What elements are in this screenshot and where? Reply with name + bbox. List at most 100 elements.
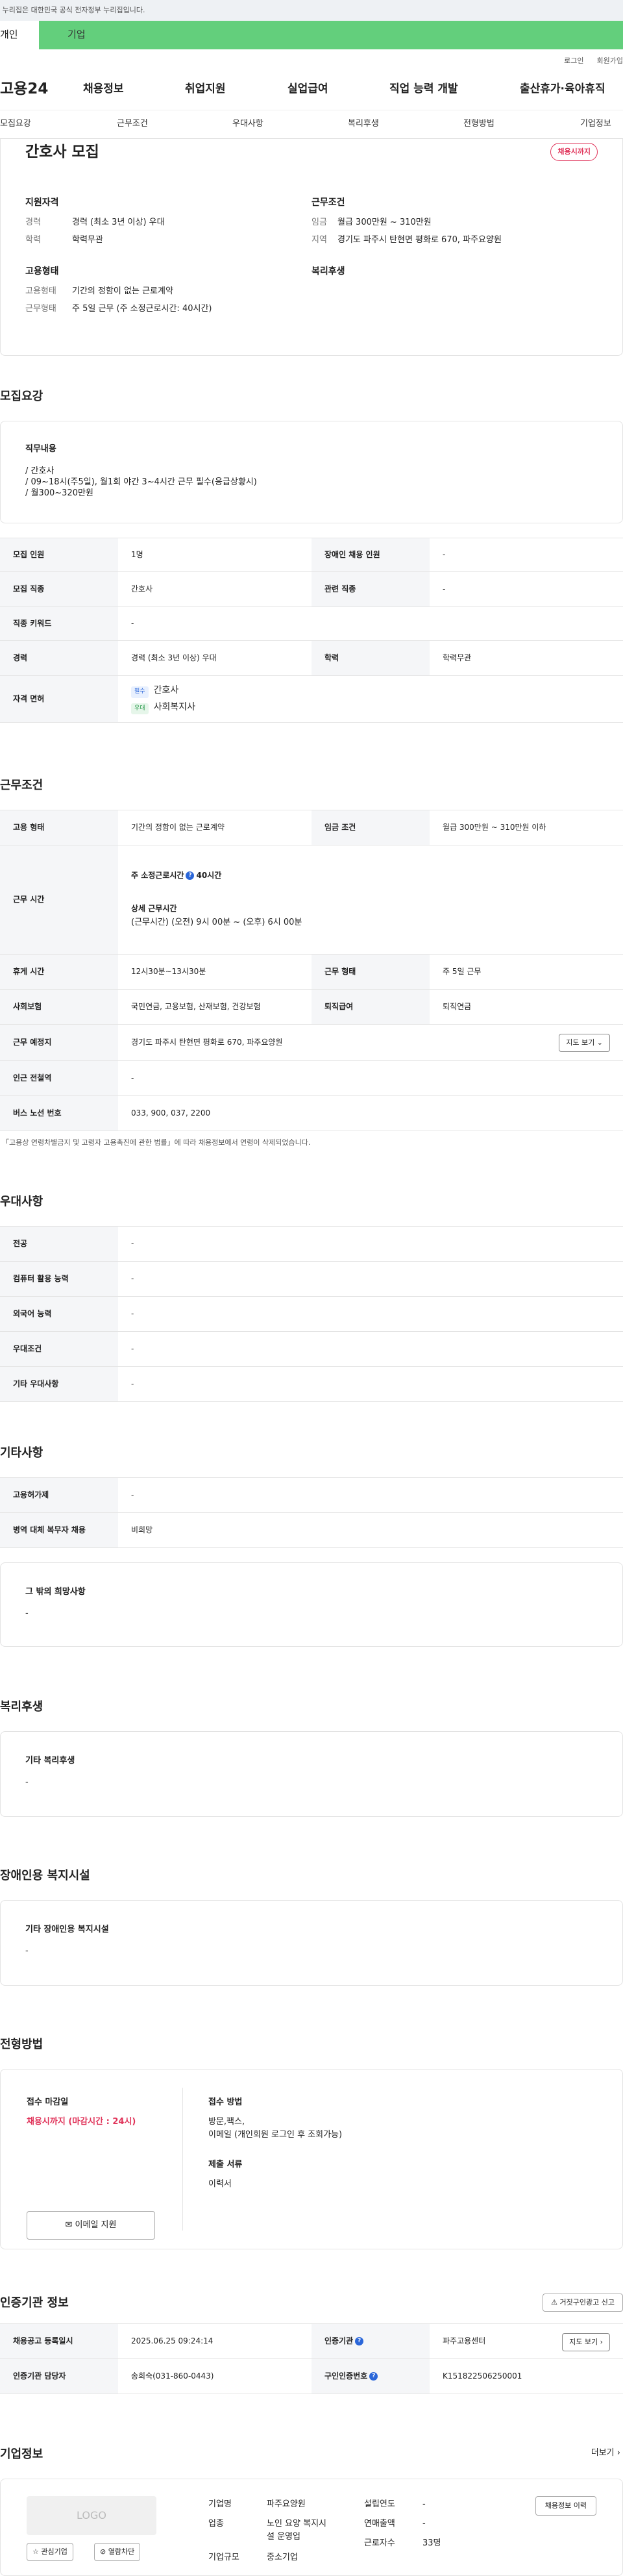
row-label: 병역 대체 복무자 채용 [0, 1512, 118, 1548]
favorite-company-button[interactable]: ☆ 관심기업 [27, 2543, 73, 2561]
gnb-item-unemployment[interactable]: 실업급여 [287, 81, 389, 97]
row-value: 비희망 [118, 1512, 623, 1548]
hours-detail: 주 소정근로시간? 40시간 상세 근무시간 (근무시간) (오전) 9시 00분… [118, 845, 623, 955]
job-summary-card: 간호사 모집 채용시까지 지원자격 경력 경력 (최소 3년 이상) 우대 학력 학… [0, 139, 623, 356]
row-value: 송희숙(031-860-0443) [118, 2358, 312, 2394]
org-detail-button[interactable]: 지도 보기 › [562, 2333, 610, 2351]
row-label: 고용허가제 [0, 1477, 118, 1513]
utility-links: 로그인 회원가입 [0, 49, 623, 69]
row-label: 버스 노선 번호 [0, 1095, 118, 1131]
row-label: 외국어 능력 [0, 1296, 118, 1332]
anchor-company[interactable]: 기업정보 [580, 118, 611, 131]
row-value: 학력무관 [430, 640, 623, 676]
wish-card: 그 밖의 희망사항 - [0, 1562, 623, 1647]
org-label: 인증기관 [324, 2336, 354, 2345]
disabled-facilities-heading: 기타 장애인용 복지시설 [25, 1925, 109, 1934]
row-value: 퇴직연금 [430, 989, 623, 1025]
etc-table: 고용허가제 - 병역 대체 복무자 채용 비희망 [0, 1477, 623, 1548]
info-icon[interactable]: ? [186, 871, 195, 880]
cert-header: 인증기관 정보 ⚠ 거짓구인광고 신고 [0, 2291, 623, 2323]
anchor-work[interactable]: 근무조건 [117, 118, 148, 131]
detail-hours-heading: 상세 근무시간 [131, 904, 177, 914]
duty-line: / 간호사 [25, 466, 55, 476]
section-title-work: 근무조건 [0, 779, 43, 792]
label: 근무형태 [25, 304, 56, 314]
value: 33명 [422, 2538, 441, 2548]
block-label: 열람차단 [108, 2547, 135, 2556]
anchor-pref[interactable]: 우대사항 [232, 118, 263, 131]
job-history-button[interactable]: 채용정보 이력 [535, 2496, 596, 2516]
row-label: 사회보험 [0, 989, 118, 1025]
pref-table: 전공 - 컴퓨터 활용 능력 - 외국어 능력 - 우대조건 - 기타 우대사항 - [0, 1226, 623, 1402]
anchor-welfare[interactable]: 복리후생 [348, 118, 379, 131]
map-view-button[interactable]: 지도 보기 ⌄ [559, 1034, 610, 1052]
global-nav: 고용24 채용정보 취업지원 실업급여 직업 능력 개발 출산휴가·육아휴직 [0, 69, 623, 110]
section-title-company: 기업정보 [0, 2447, 43, 2461]
row-label: 기타 우대사항 [0, 1366, 118, 1402]
row-label: 임금 조건 [312, 810, 430, 845]
section-title-recruit: 모집요강 [0, 390, 43, 403]
gnb-item-parental-leave[interactable]: 출산휴가·육아휴직 [520, 81, 605, 97]
wish-value: - [25, 1608, 29, 1618]
report-label: 거짓구인광고 신고 [559, 2298, 615, 2307]
value: 노인 요양 복지시 [267, 2519, 326, 2529]
row-value: 경력 (최소 3년 이상) 우대 [118, 640, 312, 676]
duty-card: 직무내용 / 간호사 / 09~18시(주5일), 월1회 야간 3~4시간 근… [0, 421, 623, 523]
license-values: 필수 간호사 우대 사회복지사 [118, 675, 623, 723]
section-anchor-nav: 모집요강 근무조건 우대사항 복리후생 전형방법 기업정보 [0, 110, 623, 139]
method-value: 이메일 (개인회원 로그인 후 조회가능) [208, 2130, 343, 2140]
info-icon[interactable]: ? [355, 2336, 364, 2345]
org-cell: 파주고용센터 지도 보기 › [430, 2323, 623, 2359]
row-value: 기간의 정함이 없는 근로계약 [118, 810, 312, 845]
row-label: 휴게 시간 [0, 954, 118, 990]
row-label: 컴퓨터 활용 능력 [0, 1261, 118, 1297]
row-label: 자격 면허 [0, 675, 118, 723]
email-apply-label: 이메일 지원 [75, 2220, 117, 2230]
row-label: 근무 시간 [0, 845, 118, 955]
duty-line: / 월300~320만원 [25, 488, 93, 498]
gnb-item-training[interactable]: 직업 능력 개발 [389, 81, 520, 97]
tab-individual[interactable]: 개인 [0, 21, 39, 49]
label: 기업명 [208, 2499, 232, 2509]
row-value: - [118, 1331, 623, 1367]
deadline-heading: 접수 마감일 [27, 2097, 69, 2107]
email-apply-button[interactable]: ✉ 이메일 지원 [27, 2211, 155, 2240]
row-label: 경력 [0, 640, 118, 676]
chevron-down-icon: ⌄ [596, 1038, 603, 1047]
row-value: - [118, 1261, 623, 1297]
label: 임금 [312, 218, 327, 228]
section-title-selection: 전형방법 [0, 2038, 43, 2051]
anchor-recruit[interactable]: 모집요강 [0, 118, 31, 131]
value: 기간의 정함이 없는 근로계약 [72, 286, 173, 297]
cert-table: 채용공고 등록일시 2025.06.25 09:24:14 인증기관? 파주고용… [0, 2323, 623, 2394]
section-title-disabled-facilities: 장애인용 복지시설 [0, 1869, 90, 1882]
required-chip: 필수 [131, 686, 149, 698]
map-view-label: 지도 보기 [566, 1038, 595, 1047]
row-value: - [118, 1366, 623, 1402]
welfare-heading: 복리후생 [312, 266, 345, 277]
row-value: K151822506250001 [430, 2358, 623, 2394]
site-logo[interactable]: 고용24 [0, 79, 83, 100]
row-value: 경기도 파주시 탄현면 평화로 670, 파주요양원 [131, 1037, 283, 1047]
gnb-item-employment-support[interactable]: 취업지원 [185, 81, 287, 97]
block-icon: ⊘ [100, 2547, 106, 2556]
company-more-link[interactable]: 더보기 › [591, 2447, 620, 2460]
section-title-etc: 기타사항 [0, 1446, 43, 1460]
weekly-hours-label: 주 소정근로시간 [131, 870, 184, 880]
row-value: 033, 900, 037, 2200 [118, 1095, 623, 1131]
tab-corporate[interactable]: 기업 [39, 21, 623, 49]
company-header: 기업정보 더보기 › [0, 2446, 623, 2479]
duty-heading: 직무내용 [25, 444, 56, 454]
info-icon[interactable]: ? [369, 2371, 378, 2381]
gnb-item-jobs[interactable]: 채용정보 [83, 81, 185, 97]
block-view-button[interactable]: ⊘ 열람차단 [94, 2543, 141, 2561]
anchor-selection[interactable]: 전형방법 [463, 118, 495, 131]
company-card: LOGO ☆ 관심기업 ⊘ 열람차단 기업명 파주요양원 업종 노인 요양 복지… [0, 2479, 623, 2576]
report-fake-ad-button[interactable]: ⚠ 거짓구인광고 신고 [543, 2294, 623, 2312]
detail-hours-value: (근무시간) (오전) 9시 00분 ~ (오후) 6시 00분 [131, 918, 302, 928]
login-link[interactable]: 로그인 [564, 56, 583, 69]
selection-card: 접수 마감일 채용시까지 (마감시간 : 24시) ✉ 이메일 지원 접수 방법… [0, 2069, 623, 2249]
signup-link[interactable]: 회원가입 [597, 56, 623, 69]
place-cell: 경기도 파주시 탄현면 평화로 670, 파주요양원 지도 보기 ⌄ [118, 1024, 623, 1061]
value: 학력무관 [72, 235, 103, 245]
